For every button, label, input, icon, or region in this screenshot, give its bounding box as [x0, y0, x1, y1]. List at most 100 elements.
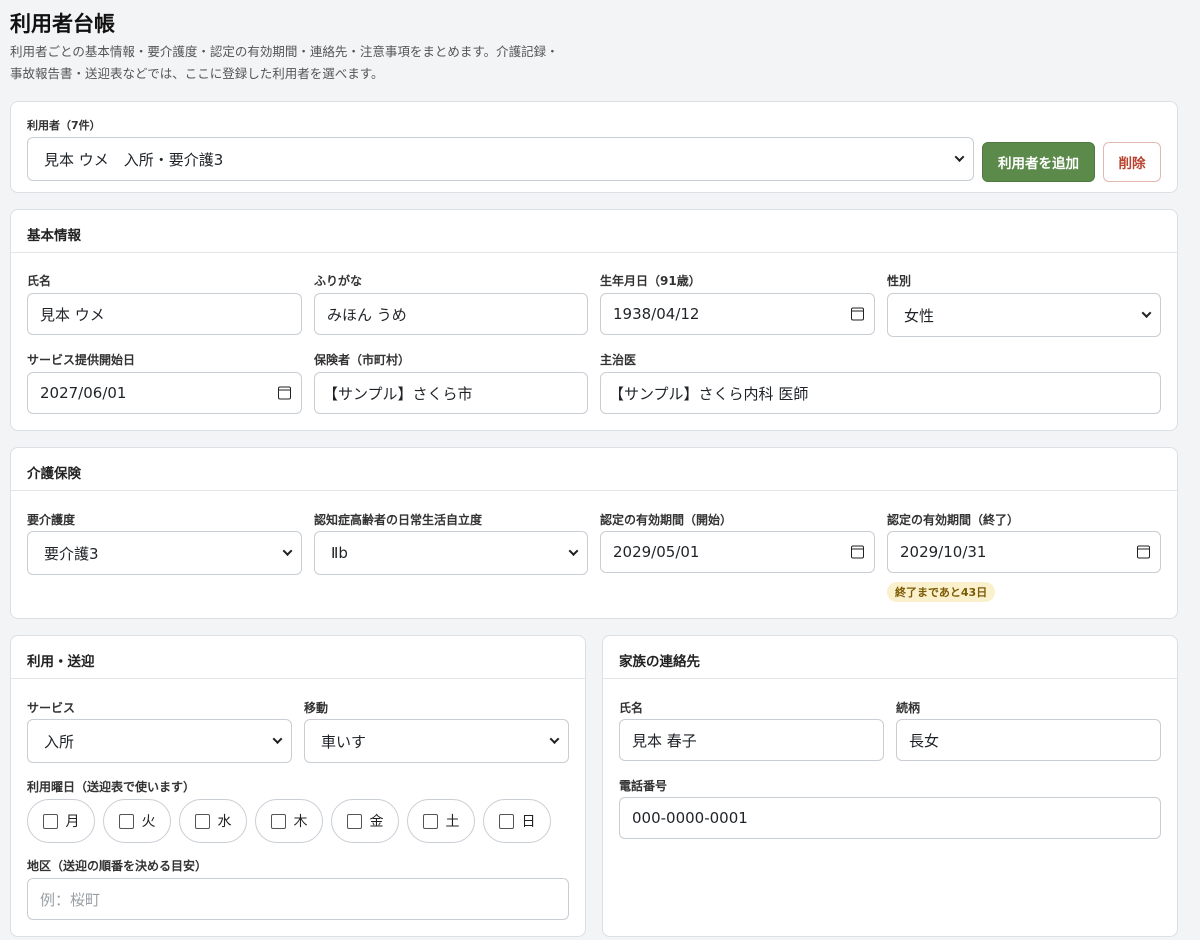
period-start-field[interactable]: 2029/05/01	[600, 531, 875, 573]
calendar-icon[interactable]	[851, 307, 864, 321]
period-end-field[interactable]: 2029/10/31	[887, 531, 1161, 573]
family-heading: 家族の連絡先	[603, 636, 1177, 679]
birthdate-label: 生年月日（91歳）	[600, 274, 701, 288]
remaining-days-badge: 終了まであと43日	[887, 582, 996, 602]
calendar-icon[interactable]	[851, 545, 864, 559]
mobility-value: 車いす	[321, 732, 367, 751]
service-label: サービス	[27, 701, 76, 715]
service-value: 入所	[44, 732, 75, 751]
service-start-label: サービス提供開始日	[27, 353, 136, 367]
service-select[interactable]: 入所	[27, 719, 292, 763]
phone-label: 電話番号	[619, 779, 668, 793]
kana-value: みほん うめ	[327, 305, 407, 324]
gender-label: 性別	[887, 274, 912, 288]
relation-field[interactable]: 長女	[896, 719, 1161, 761]
day-label: 日	[521, 814, 536, 830]
day-toggle-tue[interactable]: 火	[103, 799, 171, 843]
calendar-icon[interactable]	[278, 386, 291, 400]
chevron-down-icon	[282, 546, 293, 556]
name-label: 氏名	[27, 274, 52, 288]
chevron-down-icon	[568, 546, 579, 556]
dementia-value: Ⅱb	[331, 544, 348, 562]
kana-field[interactable]: みほん うめ	[314, 293, 588, 335]
page-title: 利用者台帳	[10, 12, 115, 36]
relation-label: 続柄	[896, 701, 921, 715]
period-end-label: 認定の有効期間（終了）	[887, 513, 1020, 527]
day-label: 金	[369, 814, 384, 830]
checkbox[interactable]	[194, 813, 210, 829]
kana-label: ふりがな	[314, 274, 363, 288]
usage-heading: 利用・送迎	[11, 636, 585, 679]
care-level-value: 要介護3	[44, 544, 99, 563]
service-start-field[interactable]: 2027/06/01	[27, 372, 302, 414]
chevron-down-icon	[1141, 308, 1152, 318]
area-placeholder: 例：桜町	[40, 890, 101, 909]
user-selector-card: 利用者（7件） 見本 ウメ 入所・要介護3 利用者を追加 削除	[10, 101, 1178, 193]
day-toggle-sun[interactable]: 日	[483, 799, 551, 843]
basic-info-heading: 基本情報	[11, 210, 1177, 253]
user-select[interactable]: 見本 ウメ 入所・要介護3	[27, 137, 974, 181]
delete-user-button[interactable]: 削除	[1103, 142, 1161, 182]
day-toggle-mon[interactable]: 月	[27, 799, 95, 843]
doctor-field[interactable]: 【サンプル】さくら内科 医師	[600, 372, 1161, 414]
gender-select[interactable]: 女性	[887, 293, 1161, 337]
page-description: 利用者ごとの基本情報・要介護度・認定の有効期間・連絡先・注意事項をまとめます。介…	[10, 44, 559, 81]
birthdate-field[interactable]: 1938/04/12	[600, 293, 875, 335]
service-start-value: 2027/06/01	[40, 384, 127, 402]
checkbox[interactable]	[422, 813, 438, 829]
usage-card: 利用・送迎 サービス 入所 移動 車いす 利用曜日（送迎表で使います） 月 火 …	[10, 635, 586, 937]
family-name-field[interactable]: 見本 春子	[619, 719, 884, 761]
chevron-down-icon	[272, 734, 283, 744]
days-label: 利用曜日（送迎表で使います）	[27, 780, 196, 794]
basic-info-card: 基本情報 氏名 見本 ウメ ふりがな みほん うめ 生年月日（91歳） 1938…	[10, 209, 1178, 431]
name-value: 見本 ウメ	[40, 305, 105, 324]
day-toggle-wed[interactable]: 水	[179, 799, 247, 843]
insurance-heading: 介護保険	[11, 448, 1177, 491]
phone-value: 000-0000-0001	[632, 809, 748, 827]
family-name-label: 氏名	[619, 701, 644, 715]
chevron-down-icon	[549, 734, 560, 744]
care-level-label: 要介護度	[27, 513, 76, 527]
relation-value: 長女	[909, 731, 940, 750]
area-input[interactable]: 例：桜町	[27, 878, 569, 920]
family-name-value: 見本 春子	[632, 731, 697, 750]
day-toggle-thu[interactable]: 木	[255, 799, 323, 843]
mobility-label: 移動	[304, 701, 329, 715]
insurance-card: 介護保険 要介護度 要介護3 認知症高齢者の日常生活自立度 Ⅱb 認定の有効期間…	[10, 447, 1178, 619]
insurer-value: 【サンプル】さくら市	[323, 384, 473, 403]
care-level-select[interactable]: 要介護3	[27, 531, 302, 575]
checkbox[interactable]	[498, 813, 514, 829]
gender-value: 女性	[904, 306, 935, 325]
day-label: 木	[293, 814, 308, 830]
doctor-value: 【サンプル】さくら内科 医師	[609, 384, 809, 403]
period-start-value: 2029/05/01	[613, 543, 700, 561]
phone-field[interactable]: 000-0000-0001	[619, 797, 1161, 839]
doctor-label: 主治医	[600, 353, 637, 367]
area-label: 地区（送迎の順番を決める目安）	[27, 859, 208, 873]
checkbox[interactable]	[270, 813, 286, 829]
insurer-label: 保険者（市町村）	[314, 353, 411, 367]
period-end-value: 2029/10/31	[900, 543, 987, 561]
user-selector-label: 利用者（7件）	[27, 119, 101, 132]
day-label: 月	[65, 814, 80, 830]
day-toggle-fri[interactable]: 金	[331, 799, 399, 843]
checkbox[interactable]	[118, 813, 134, 829]
day-label: 火	[141, 814, 156, 830]
day-label: 土	[445, 814, 460, 830]
chevron-down-icon	[954, 152, 965, 162]
dementia-label: 認知症高齢者の日常生活自立度	[314, 513, 483, 527]
name-field[interactable]: 見本 ウメ	[27, 293, 302, 335]
checkbox[interactable]	[346, 813, 362, 829]
dementia-select[interactable]: Ⅱb	[314, 531, 588, 575]
mobility-select[interactable]: 車いす	[304, 719, 569, 763]
checkbox[interactable]	[42, 813, 58, 829]
user-select-value: 見本 ウメ 入所・要介護3	[44, 150, 224, 169]
calendar-icon[interactable]	[1137, 545, 1150, 559]
birthdate-value: 1938/04/12	[613, 305, 700, 323]
period-start-label: 認定の有効期間（開始）	[600, 513, 733, 527]
day-toggle-sat[interactable]: 土	[407, 799, 475, 843]
family-contact-card: 家族の連絡先 氏名 見本 春子 続柄 長女 電話番号 000-0000-0001	[602, 635, 1178, 937]
insurer-field[interactable]: 【サンプル】さくら市	[314, 372, 588, 414]
add-user-button[interactable]: 利用者を追加	[982, 142, 1095, 182]
day-label: 水	[217, 814, 232, 830]
